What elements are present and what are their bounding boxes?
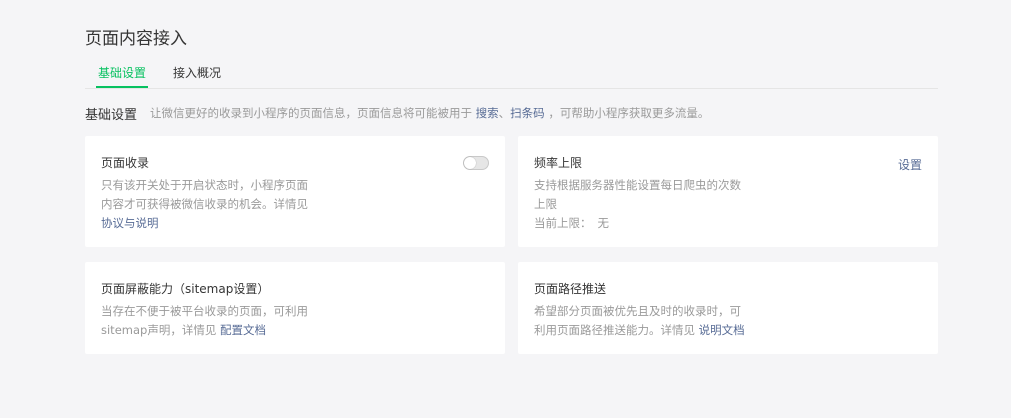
- card-title: 页面收录: [101, 156, 150, 170]
- card-path-push: 页面路径推送 希望部分页面被优先且及时的收录时，可 利用页面路径推送能力。详情见…: [518, 262, 938, 354]
- section-title: 基础设置: [85, 107, 138, 123]
- card-description: 只有该开关处于开启状态时，小程序页面 内容才可获得被微信收录的机会。详情见 协议…: [101, 176, 308, 233]
- current-limit-value: 无: [597, 216, 610, 230]
- card-page-block: 页面屏蔽能力（sitemap设置） 当存在不便于被平台收录的页面，可利用 sit…: [85, 262, 505, 354]
- toggle-knob: [464, 157, 476, 169]
- card-title: 页面路径推送: [534, 282, 607, 296]
- separator: 、: [498, 106, 511, 120]
- card-rate-limit: 频率上限 设置 支持根据服务器性能设置每日爬虫的次数 上限 当前上限： 无: [518, 136, 938, 247]
- section-header: 基础设置 让微信更好的收录到小程序的页面信息，页面信息将可能被用于 搜索、扫条码…: [85, 104, 709, 123]
- scan-code-link[interactable]: 扫条码: [510, 106, 545, 120]
- section-desc-suffix: ，可帮助小程序获取更多流量。: [548, 106, 710, 120]
- desc-line: 支持根据服务器性能设置每日爬虫的次数: [534, 178, 741, 192]
- card-title: 频率上限: [534, 156, 583, 170]
- card-description: 希望部分页面被优先且及时的收录时，可 利用页面路径推送能力。详情见 说明文档: [534, 302, 745, 340]
- section-desc-prefix: 让微信更好的收录到小程序的页面信息，页面信息将可能被用于: [150, 106, 473, 120]
- desc-line: 上限: [534, 197, 557, 211]
- desc-line: 希望部分页面被优先且及时的收录时，可: [534, 304, 741, 318]
- desc-line-prefix: 利用页面路径推送能力。详情见: [534, 323, 695, 337]
- tab-basic-settings[interactable]: 基础设置: [95, 60, 149, 88]
- settings-link[interactable]: 设置: [898, 156, 922, 173]
- card-description: 当存在不便于被平台收录的页面，可利用 sitemap声明，详情见 配置文档: [101, 302, 308, 340]
- page-indexing-toggle[interactable]: [463, 156, 489, 170]
- agreement-link[interactable]: 协议与说明: [101, 216, 159, 230]
- section-description: 让微信更好的收录到小程序的页面信息，页面信息将可能被用于 搜索、扫条码 ，可帮助…: [150, 105, 709, 121]
- current-limit-label: 当前上限：: [534, 216, 592, 230]
- tab-access-overview[interactable]: 接入概况: [173, 60, 221, 87]
- desc-line: 当存在不便于被平台收录的页面，可利用: [101, 304, 308, 318]
- desc-line: 只有该开关处于开启状态时，小程序页面: [101, 178, 308, 192]
- card-description: 支持根据服务器性能设置每日爬虫的次数 上限 当前上限： 无: [534, 176, 741, 233]
- search-link[interactable]: 搜索: [476, 106, 499, 120]
- card-page-indexing: 页面收录 只有该开关处于开启状态时，小程序页面 内容才可获得被微信收录的机会。详…: [85, 136, 505, 247]
- card-title: 页面屏蔽能力（sitemap设置）: [101, 282, 270, 296]
- doc-link[interactable]: 说明文档: [699, 323, 745, 337]
- tab-bar: 基础设置 接入概况: [85, 60, 938, 89]
- desc-line-prefix: sitemap声明，详情见: [101, 323, 217, 337]
- config-doc-link[interactable]: 配置文档: [220, 323, 266, 337]
- desc-line: 内容才可获得被微信收录的机会。详情见: [101, 197, 308, 211]
- page-title: 页面内容接入: [85, 29, 187, 49]
